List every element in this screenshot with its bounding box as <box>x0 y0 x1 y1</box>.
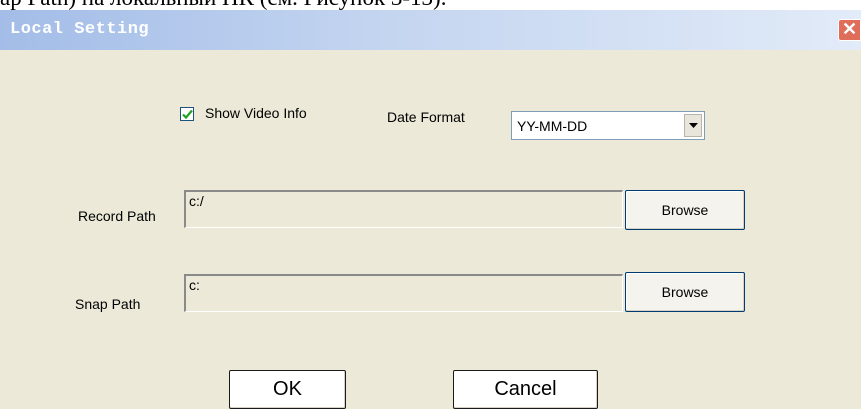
dialog-title: Local Setting <box>10 20 150 39</box>
snap-path-input[interactable]: c: <box>184 274 623 312</box>
snap-path-browse-button[interactable]: Browse <box>625 272 745 312</box>
record-path-input[interactable]: c:/ <box>184 190 623 228</box>
ok-button[interactable]: OK <box>229 370 346 409</box>
date-format-value: YY-MM-DD <box>517 118 588 134</box>
close-icon: ✕ <box>841 19 858 39</box>
check-mark-icon <box>182 109 193 120</box>
record-path-browse-button[interactable]: Browse <box>625 190 745 230</box>
show-video-info-checkbox[interactable] <box>180 107 194 121</box>
chevron-down-icon <box>689 123 698 128</box>
snap-path-value: c: <box>189 277 200 293</box>
date-format-select[interactable]: YY-MM-DD <box>511 111 705 140</box>
snap-path-label: Snap Path <box>75 296 141 312</box>
record-path-value: c:/ <box>189 193 204 209</box>
title-bar[interactable]: Local Setting ✕ <box>0 10 861 50</box>
record-path-label: Record Path <box>78 208 156 224</box>
cancel-button[interactable]: Cancel <box>453 370 598 409</box>
show-video-info-label[interactable]: Show Video Info <box>205 105 307 121</box>
background-document-text: ap Path) на локальный ПК (см. Рисунок 3-… <box>0 0 446 10</box>
close-button[interactable]: ✕ <box>838 19 861 41</box>
date-format-label: Date Format <box>387 109 465 125</box>
local-setting-dialog: Local Setting ✕ Show Video Info Date For… <box>0 10 861 409</box>
dropdown-button[interactable] <box>684 114 702 137</box>
